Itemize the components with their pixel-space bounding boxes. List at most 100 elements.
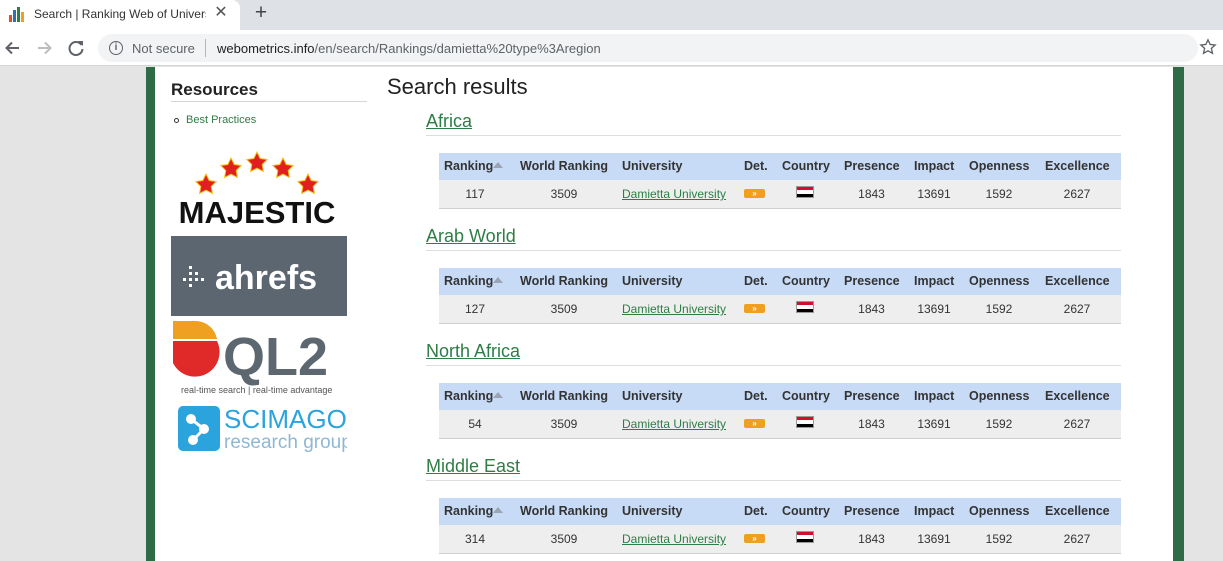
region-divider — [426, 365, 1121, 366]
cell-impact: 13691 — [917, 417, 951, 431]
university-link-text[interactable]: Damietta University — [622, 187, 726, 201]
new-tab-icon[interactable]: + — [250, 2, 272, 26]
ahrefs-logo[interactable]: ahrefs — [171, 236, 347, 316]
col-world-ranking[interactable]: World Ranking — [520, 159, 608, 173]
col-excellence[interactable]: Excellence — [1045, 159, 1110, 173]
col-university[interactable]: University — [622, 159, 682, 173]
col-excellence[interactable]: Excellence — [1045, 504, 1110, 518]
region-link[interactable]: Arab World — [426, 226, 516, 247]
col-country[interactable]: Country — [782, 159, 830, 173]
egypt-flag-icon — [796, 416, 814, 428]
col-country[interactable]: Country — [782, 274, 830, 288]
best-practices-link[interactable]: Best Practices — [186, 114, 256, 126]
majestic-logo[interactable]: MAJESTIC — [171, 149, 347, 229]
majestic-logo-text: MAJESTIC — [179, 195, 336, 229]
university-link-text[interactable]: Damietta University — [622, 417, 726, 431]
cell-world-ranking: 3509 — [550, 302, 578, 316]
region-divider — [426, 135, 1121, 136]
col-ranking[interactable]: Ranking — [444, 274, 493, 288]
sort-asc-icon[interactable] — [493, 162, 503, 168]
table-row: 314 3509 Damietta University » 1843 1369… — [439, 525, 1121, 554]
col-openness[interactable]: Openness — [969, 389, 1029, 403]
scimago-logo[interactable]: SCIMAGO research group — [171, 402, 347, 458]
details-icon[interactable]: » — [744, 419, 765, 428]
scimago-subtitle: research group — [224, 432, 347, 453]
scimago-logo-text: SCIMAGO — [224, 404, 347, 434]
ql2-logo-text: QL2 — [223, 327, 328, 387]
details-icon[interactable]: » — [744, 534, 765, 543]
university-link[interactable]: Damietta University — [622, 187, 726, 201]
region-link[interactable]: Africa — [426, 111, 472, 132]
cell-impact: 13691 — [917, 302, 951, 316]
col-university[interactable]: University — [622, 389, 682, 403]
col-ranking[interactable]: Ranking — [444, 159, 493, 173]
ql2-logo[interactable]: QL2 real-time search | real-time advanta… — [171, 319, 349, 397]
col-excellence[interactable]: Excellence — [1045, 389, 1110, 403]
col-excellence[interactable]: Excellence — [1045, 274, 1110, 288]
cell-world-ranking: 3509 — [550, 187, 578, 201]
university-link[interactable]: Damietta University — [622, 302, 726, 316]
col-ranking[interactable]: Ranking — [444, 389, 493, 403]
egypt-flag-icon — [796, 531, 814, 543]
ranking-table: Ranking World Ranking University Det. Co… — [439, 268, 1121, 325]
forward-arrow-icon[interactable] — [33, 37, 55, 59]
col-country[interactable]: Country — [782, 389, 830, 403]
cell-world-ranking: 3509 — [550, 532, 578, 546]
back-arrow-icon[interactable] — [2, 37, 24, 59]
cell-presence: 1843 — [858, 187, 885, 201]
browser-tab[interactable]: Search | Ranking Web of Universities ✕ — [0, 0, 240, 30]
col-openness[interactable]: Openness — [969, 504, 1029, 518]
col-university[interactable]: University — [622, 274, 682, 288]
region-link[interactable]: North Africa — [426, 341, 520, 362]
university-link-text[interactable]: Damietta University — [622, 532, 726, 546]
details-icon[interactable]: » — [744, 304, 765, 313]
col-presence[interactable]: Presence — [844, 274, 900, 288]
col-impact[interactable]: Impact — [914, 389, 954, 403]
col-presence[interactable]: Presence — [844, 504, 900, 518]
col-country[interactable]: Country — [782, 504, 830, 518]
university-link[interactable]: Damietta University — [622, 532, 726, 546]
col-ranking[interactable]: Ranking — [444, 504, 493, 518]
col-impact[interactable]: Impact — [914, 274, 954, 288]
details-icon[interactable]: » — [744, 189, 765, 198]
col-world-ranking[interactable]: World Ranking — [520, 504, 608, 518]
cell-presence: 1843 — [858, 302, 885, 316]
sort-asc-icon[interactable] — [493, 392, 503, 398]
col-impact[interactable]: Impact — [914, 159, 954, 173]
col-openness[interactable]: Openness — [969, 159, 1029, 173]
sort-asc-icon[interactable] — [493, 277, 503, 283]
col-det: Det. — [744, 274, 768, 288]
cell-presence: 1843 — [858, 417, 885, 431]
university-link[interactable]: Damietta University — [622, 417, 726, 431]
info-icon[interactable]: i — [109, 41, 123, 55]
cell-excellence: 2627 — [1063, 532, 1091, 546]
reload-icon[interactable] — [65, 37, 87, 59]
region-link[interactable]: Middle East — [426, 456, 520, 477]
col-world-ranking[interactable]: World Ranking — [520, 274, 608, 288]
table-header: Ranking World Ranking University Det. Co… — [439, 268, 1121, 295]
col-world-ranking[interactable]: World Ranking — [520, 389, 608, 403]
egypt-flag-icon — [796, 301, 814, 313]
close-tab-icon[interactable]: ✕ — [212, 4, 230, 22]
resources-divider — [171, 101, 367, 102]
cell-ranking: 117 — [465, 187, 485, 201]
col-openness[interactable]: Openness — [969, 274, 1029, 288]
url-separator — [205, 39, 206, 57]
table-row: 54 3509 Damietta University » 1843 13691… — [439, 410, 1121, 439]
sort-asc-icon[interactable] — [493, 507, 503, 513]
cell-openness: 1592 — [985, 302, 1013, 316]
col-impact[interactable]: Impact — [914, 504, 954, 518]
bookmark-star-icon[interactable] — [1199, 38, 1217, 56]
col-presence[interactable]: Presence — [844, 389, 900, 403]
cell-openness: 1592 — [985, 417, 1013, 431]
region-divider — [426, 480, 1121, 481]
cell-ranking: 314 — [464, 532, 486, 546]
table-row: 127 3509 Damietta University » 1843 1369… — [439, 295, 1121, 324]
url-text[interactable]: webometrics.info/en/search/Rankings/dami… — [217, 41, 601, 56]
col-det: Det. — [744, 389, 768, 403]
col-presence[interactable]: Presence — [844, 159, 900, 173]
col-university[interactable]: University — [622, 504, 682, 518]
address-bar[interactable]: i Not secure webometrics.info/en/search/… — [98, 34, 1198, 62]
university-link-text[interactable]: Damietta University — [622, 302, 726, 316]
table-header: Ranking World Ranking University Det. Co… — [439, 383, 1121, 410]
